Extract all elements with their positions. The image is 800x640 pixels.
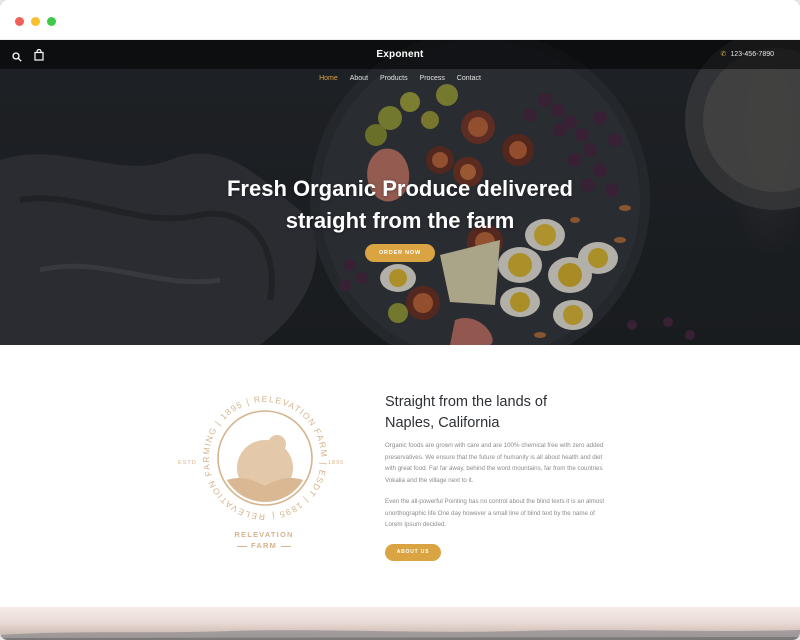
- nav-item-about[interactable]: About: [350, 75, 368, 82]
- nav-item-products[interactable]: Products: [380, 75, 408, 82]
- about-heading-line-2: Naples, California: [385, 415, 500, 431]
- hero-title-line-2: straight from the farm: [285, 208, 515, 233]
- nav-item-home[interactable]: Home: [319, 75, 338, 82]
- minimize-window-button[interactable]: [31, 17, 40, 26]
- brand-logo[interactable]: Exponent: [0, 49, 800, 60]
- about-section: RELEVATION FARMING | 1895 | RELEVATION F…: [0, 345, 800, 607]
- badge-name: RELEVATION: [234, 530, 294, 539]
- close-window-button[interactable]: [15, 17, 24, 26]
- phone-text: 123-456-7890: [730, 51, 774, 58]
- phone-number[interactable]: ✆ 123-456-7890: [721, 50, 774, 58]
- badge-sub-text: FARM: [250, 541, 278, 550]
- hero-section: Exponent ✆ 123-456-7890 Home About Produc…: [0, 40, 800, 345]
- maximize-window-button[interactable]: [47, 17, 56, 26]
- main-menu: Home About Products Process Contact: [0, 75, 800, 82]
- hero-title-line-1: Fresh Organic Produce delivered: [226, 176, 573, 201]
- about-paragraph-1: Organic foods are grown with care and ar…: [385, 442, 604, 484]
- landscape-image-strip: [0, 607, 800, 640]
- browser-window: Exponent ✆ 123-456-7890 Home About Produc…: [0, 0, 800, 640]
- badge-estd-label: ESTD: [178, 460, 197, 466]
- badge-subtitle: FARM: [205, 541, 323, 550]
- nav-item-contact[interactable]: Contact: [457, 75, 481, 82]
- order-now-button[interactable]: Order Now: [365, 244, 435, 262]
- relevation-farm-badge: RELEVATION FARMING | 1895 | RELEVATION F…: [178, 394, 344, 522]
- badge-year-label: 1895: [328, 460, 344, 466]
- about-us-button[interactable]: About Us: [385, 544, 441, 561]
- about-heading: Straight from the lands of Naples, Calif…: [385, 392, 605, 434]
- top-navbar: Exponent ✆ 123-456-7890: [0, 40, 800, 69]
- nav-item-process[interactable]: Process: [420, 75, 445, 82]
- about-paragraph-2: Even the all-powerful Pointing has no co…: [385, 498, 605, 529]
- about-heading-line-1: Straight from the lands of: [385, 394, 547, 410]
- window-titlebar: [0, 0, 800, 40]
- phone-icon: ✆: [720, 51, 727, 58]
- hero-title: Fresh Organic Produce delivered straight…: [0, 173, 800, 237]
